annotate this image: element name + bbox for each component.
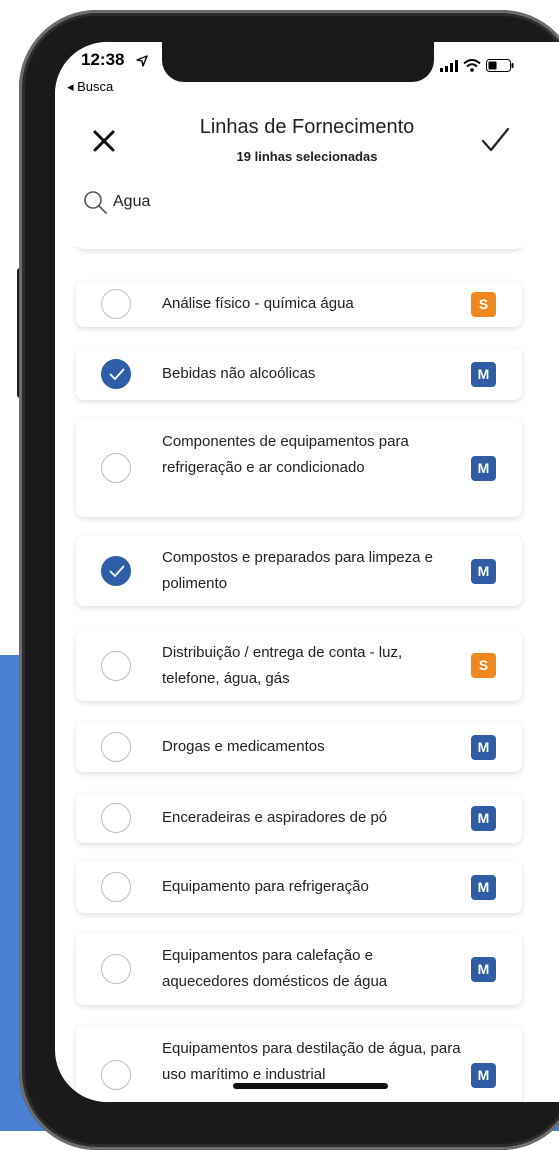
list-item[interactable]: Enceradeiras e aspiradores de pó M (76, 793, 522, 843)
check-icon (481, 127, 510, 152)
phone-screen: Linhas de Fornecimento 19 linhas selecio… (55, 42, 559, 1102)
status-time: 12:38 (81, 50, 125, 69)
check-icon (109, 565, 125, 577)
checkbox[interactable] (101, 1060, 131, 1090)
list-item[interactable]: Componentes de equipamentos para refrige… (76, 419, 522, 517)
home-indicator[interactable] (233, 1083, 388, 1089)
list-item-label: Análise físico - química água (162, 295, 354, 312)
location-arrow-icon (136, 55, 148, 67)
signal-icon (440, 59, 458, 72)
list-item-label: Enceradeiras e aspiradores de pó (162, 809, 388, 826)
size-badge: M (471, 956, 496, 982)
size-badge: M (471, 361, 496, 387)
back-to-app-link[interactable]: ◂ Busca (67, 79, 113, 95)
size-badge: M (471, 805, 496, 831)
list-item-label: Compostos e preparados para limpeza e po… (162, 549, 433, 592)
wifi-icon (463, 59, 481, 72)
checkbox-checked[interactable] (101, 359, 131, 389)
list-item-label: Equipamentos para calefação e aquecedore… (162, 947, 388, 990)
check-icon (109, 368, 125, 380)
list-item[interactable]: Equipamentos para calefação e aquecedore… (76, 933, 522, 1005)
checkbox-checked[interactable] (101, 556, 131, 586)
confirm-button[interactable] (479, 124, 511, 156)
size-badge: M (471, 558, 496, 584)
list-item[interactable]: Compostos e preparados para limpeza e po… (76, 536, 522, 606)
search-field[interactable]: Agua (83, 190, 150, 214)
size-badge: S (471, 653, 496, 678)
list-item[interactable]: Distribuição / entrega de conta - luz, t… (76, 630, 522, 701)
search-icon (84, 191, 107, 214)
size-badge: M (471, 734, 496, 760)
checkbox[interactable] (101, 803, 131, 833)
list-item[interactable]: Análise físico - química água S (76, 281, 522, 327)
list-item-label: Drogas e medicamentos (162, 738, 325, 755)
supply-lines-list[interactable]: Análise físico - química água S Bebidas nã… (55, 247, 559, 1102)
list-item-label: Distribuição / entrega de conta - luz, t… (162, 643, 403, 687)
phone-frame: Linhas de Fornecimento 19 linhas selecio… (19, 10, 559, 1150)
list-item (76, 247, 522, 249)
list-item[interactable]: Drogas e medicamentos M (76, 722, 522, 772)
checkbox[interactable] (101, 954, 131, 984)
checkbox[interactable] (101, 453, 131, 483)
list-item-label: Componentes de equipamentos para refrige… (162, 433, 409, 476)
checkbox[interactable] (101, 732, 131, 762)
checkbox[interactable] (101, 872, 131, 902)
search-input[interactable]: Agua (113, 193, 150, 211)
list-item-label: Equipamentos para destilação de água, pa… (162, 1040, 461, 1083)
size-badge: M (471, 874, 496, 900)
size-badge: M (471, 455, 496, 481)
list-item-label: Equipamento para refrigeração (162, 878, 369, 895)
checkbox[interactable] (101, 289, 131, 319)
list-item[interactable]: Equipamento para refrigeração M (76, 861, 522, 913)
checkbox[interactable] (101, 650, 131, 681)
status-indicators (440, 59, 514, 72)
list-item-label: Bebidas não alcoólicas (162, 365, 316, 382)
battery-icon (486, 59, 514, 72)
list-item[interactable]: Bebidas não alcoólicas M (76, 348, 522, 400)
list-item[interactable]: Equipamentos para destilação de água, pa… (76, 1025, 522, 1102)
size-badge: M (471, 1062, 496, 1088)
size-badge: S (471, 291, 496, 317)
phone-notch (162, 42, 434, 82)
